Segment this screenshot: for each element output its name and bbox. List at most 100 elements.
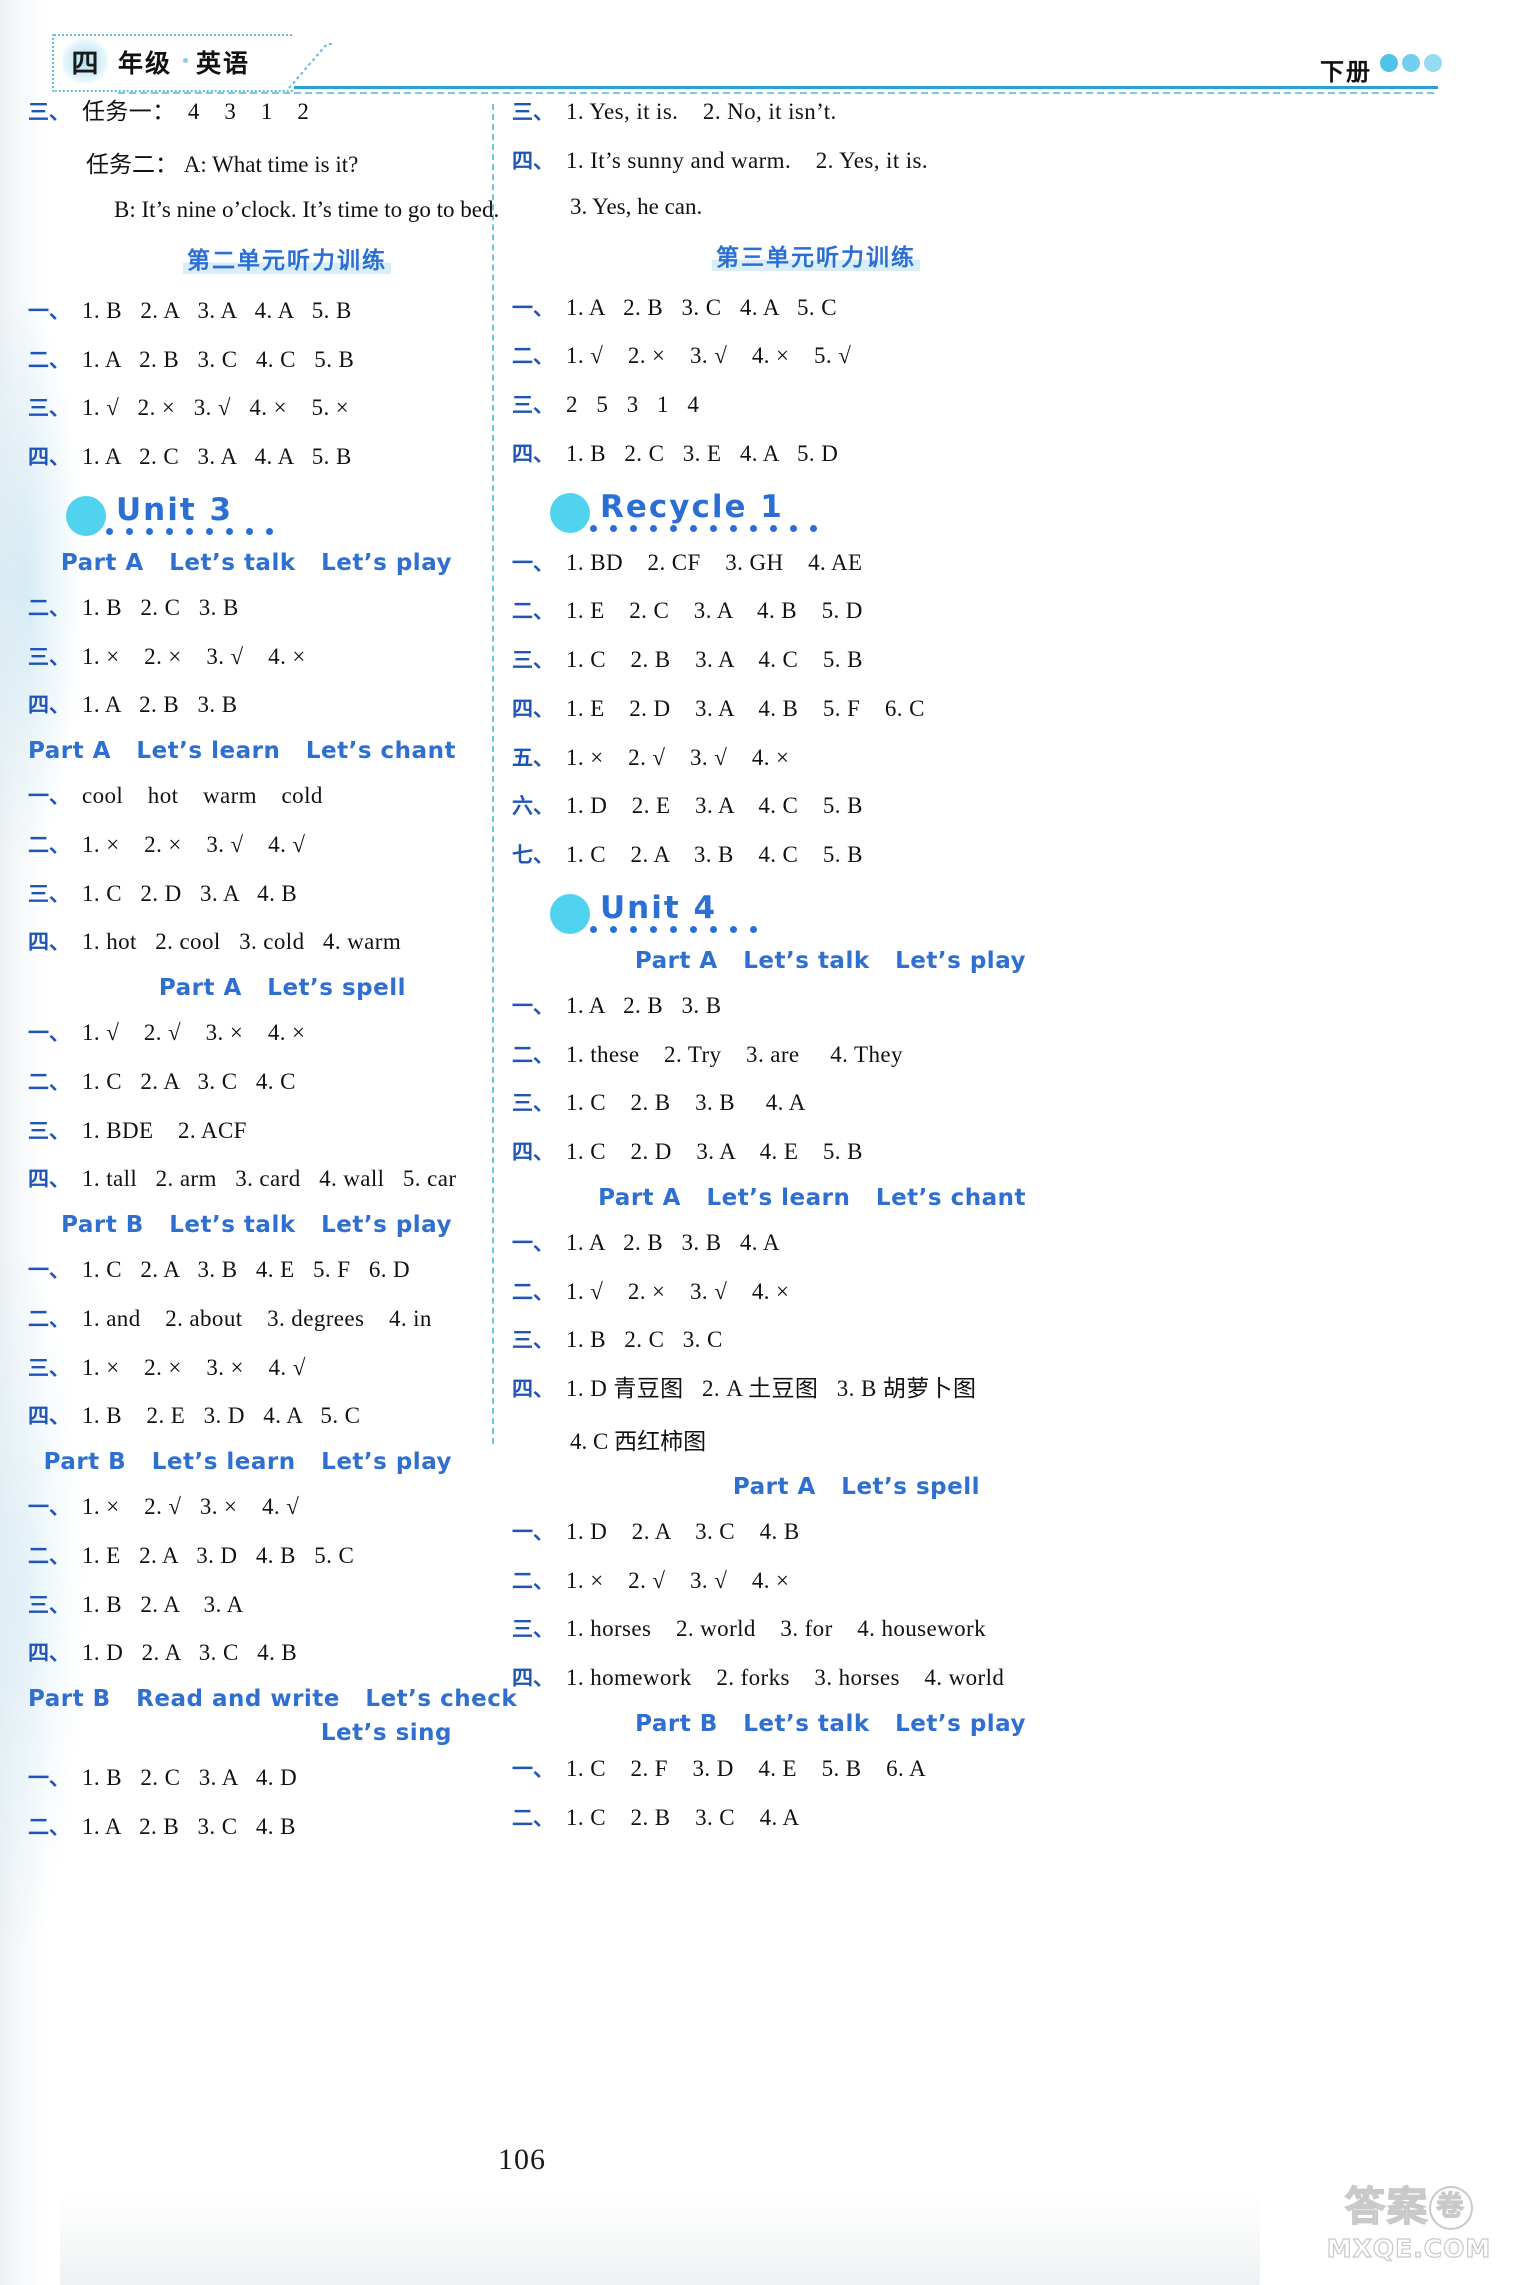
answer-row-number: 一、 xyxy=(28,1021,70,1045)
answer-row-number: 二、 xyxy=(28,1069,70,1094)
watermark-cn-text: 答案 xyxy=(1344,2184,1429,2230)
answer-row-text: 1. tall 2. arm 3. card 4. wall 5. car xyxy=(82,1166,457,1192)
answer-row-text: 2 5 3 1 4 xyxy=(566,392,700,417)
answer-row-text: 1. Yes, it is. 2. No, it isn’t. xyxy=(566,99,837,124)
unit-dot xyxy=(730,524,737,532)
answer-row-number: 一、 xyxy=(28,298,70,323)
answer-row-text: 1. homework 2. forks 3. horses 4. world xyxy=(566,1665,1005,1690)
answer-row: 三、 1. × 2. × 3. √ 4. × xyxy=(28,641,498,672)
unit-listening-heading: 第三单元听力训练 xyxy=(512,238,1072,272)
watermark-cn: 答案卷 xyxy=(1314,2184,1504,2230)
answer-row-number: 三、 xyxy=(28,1592,70,1617)
answer-row-number: 二、 xyxy=(28,1543,70,1568)
answer-row: 一、 1. D 2. A 3. C 4. B xyxy=(512,1516,1072,1547)
answer-row-text: cool hot warm cold xyxy=(82,783,323,808)
answer-row: 二、 1. C 2. B 3. C 4. A xyxy=(512,1802,1072,1833)
part-section-heading: Part B Let’s learn Let’s play xyxy=(43,1449,452,1475)
answer-row: 三、 1. Yes, it is. 2. No, it isn’t. xyxy=(512,96,1072,127)
answer-row: 六、 1. D 2. E 3. A 4. C 5. B xyxy=(512,790,1072,821)
answer-row-text: 1. D 2. E 3. A 4. C 5. B xyxy=(566,793,863,819)
part-section-heading: Part B Let’s talk Let’s play xyxy=(61,1212,452,1238)
answer-row-number: 二、 xyxy=(28,347,70,372)
unit-dotted-underline xyxy=(590,925,757,933)
answer-row-number: 四、 xyxy=(28,1167,70,1192)
answer-row-text: 1. √ 2. √ 3. × 4. × xyxy=(82,1020,306,1045)
answer-row: 二、 1. A 2. B 3. C 4. C 5. B xyxy=(28,344,498,375)
answer-row-number: 三、 xyxy=(28,100,70,124)
answer-row: 一、 1. B 2. C 3. A 4. D xyxy=(28,1762,498,1793)
unit-dot xyxy=(710,925,717,933)
answer-row-number: 一、 xyxy=(28,1766,70,1790)
unit-dot xyxy=(770,524,777,532)
answer-row: 三、 2 5 3 1 4 xyxy=(512,389,1072,420)
answer-row: 三、 1. √ 2. × 3. √ 4. × 5. × xyxy=(28,392,498,423)
answer-row-text: 1. B 2. C 3. C xyxy=(566,1327,723,1353)
answer-row-text: 1. It’s sunny and warm. 2. Yes, it is. xyxy=(566,147,929,173)
part-section-heading: Part A Let’s talk Let’s play xyxy=(634,947,1026,974)
answer-row-number: 二、 xyxy=(28,1306,70,1331)
answer-row-number: 四、 xyxy=(512,441,554,466)
answer-row: 四、 1. C 2. D 3. A 4. E 5. B xyxy=(512,1136,1072,1167)
answer-row: 三、 1. BDE 2. ACF xyxy=(28,1115,498,1146)
unit-dot xyxy=(266,527,273,535)
answer-row-number: 二、 xyxy=(512,1042,554,1067)
unit-title: Recycle 1 xyxy=(600,488,784,525)
answer-row-number: 六、 xyxy=(512,794,554,819)
answer-row: 一、 1. A 2. B 3. C 4. A 5. C xyxy=(512,292,1072,323)
answer-row-text: 1. C 2. B 3. C 4. A xyxy=(566,1804,800,1830)
answer-row-text: 1. A 2. B 3. C 4. A 5. C xyxy=(566,294,837,320)
answer-row: 四、 1. tall 2. arm 3. card 4. wall 5. car xyxy=(28,1163,498,1194)
answer-row-text: 1. A 2. B 3. B xyxy=(82,692,238,718)
answer-row-number: 四、 xyxy=(512,1666,554,1690)
answer-row: 一、 1. C 2. A 3. B 4. E 5. F 6. D xyxy=(28,1254,498,1285)
answer-row: 二、 1. and 2. about 3. degrees 4. in xyxy=(28,1303,498,1334)
watermark-cn-circle: 卷 xyxy=(1429,2186,1473,2230)
unit-title: Unit 4 xyxy=(600,889,718,926)
answer-row-number: 二、 xyxy=(512,1805,554,1830)
answer-row-text: 1. horses 2. world 3. for 4. housework xyxy=(566,1616,986,1642)
unit-banner: Unit 3 xyxy=(28,492,498,542)
right-column: 三、 1. Yes, it is. 2. No, it isn’t. 四、 1. It… xyxy=(512,96,1072,1850)
answer-row-number: 三、 xyxy=(28,1118,70,1143)
answer-row-text: 1. × 2. √ 3. √ 4. × xyxy=(566,1567,790,1593)
answer-row: 四、 1. B 2. E 3. D 4. A 5. C xyxy=(28,1400,498,1431)
answer-row-number: 四、 xyxy=(28,445,70,469)
answer-row: 四、 1. D 2. A 3. C 4. B xyxy=(28,1637,498,1668)
unit-listening-heading-text: 第三单元听力训练 xyxy=(712,244,920,271)
unit-dot xyxy=(650,925,657,933)
answer-row-number: 五、 xyxy=(512,745,554,770)
answer-row: 二、 1. E 2. C 3. A 4. B 5. D xyxy=(512,595,1072,626)
part-section-heading: Part A Let’s spell xyxy=(158,975,406,1001)
answer-row: 四、 1. hot 2. cool 3. cold 4. warm xyxy=(28,926,498,957)
answer-row: 一、 1. √ 2. √ 3. × 4. × xyxy=(28,1017,498,1048)
unit-dot xyxy=(610,925,617,933)
answer-row: 一、 1. BD 2. CF 3. GH 4. AE xyxy=(512,547,1072,578)
answer-row-number: 二、 xyxy=(512,1279,554,1304)
unit-dot xyxy=(750,524,757,532)
unit-dot xyxy=(146,527,153,535)
answer-row-number: 一、 xyxy=(28,784,70,808)
answer-row: 四、 1. D 青豆图 2. A 土豆图 3. B 胡萝卜图 xyxy=(512,1373,1072,1404)
answer-row: 二、 1. × 2. √ 3. √ 4. × xyxy=(512,1565,1072,1596)
unit-listening-heading: 第二单元听力训练 xyxy=(28,241,498,275)
answer-row-text: 1. D 青豆图 2. A 土豆图 3. B 胡萝卜图 xyxy=(566,1376,977,1401)
unit-dot xyxy=(246,527,253,535)
answer-row-number: 四、 xyxy=(28,1404,70,1429)
unit-dot xyxy=(690,524,697,532)
answer-key-page: 四 年级 英语 下册 三、 任务一： 4 3 1 2 任务二： A: What ti… xyxy=(0,0,1528,2285)
answer-row-number: 三、 xyxy=(28,1355,70,1380)
part-section-heading: Part B Let’s talk Let’s play xyxy=(635,1710,1026,1737)
answer-row: 一、 1. A 2. B 3. B xyxy=(512,990,1072,1021)
answer-row: 三、 1. horses 2. world 3. for 4. housework xyxy=(512,1613,1072,1644)
unit-circle-icon xyxy=(550,492,590,533)
unit-dot xyxy=(126,527,133,535)
answer-row-text: 1. × 2. × 3. √ 4. √ xyxy=(82,831,306,857)
answer-continuation-line: 任务二： A: What time is it? xyxy=(86,151,359,177)
answer-row-text: 1. √ 2. × 3. √ 4. × xyxy=(566,1278,790,1304)
grade-badge: 四 xyxy=(62,39,108,83)
answer-row: 七、 1. C 2. A 3. B 4. C 5. B xyxy=(512,839,1072,870)
answer-row: 四、 1. A 2. B 3. B xyxy=(28,689,498,720)
answer-continuation-line: 3. Yes, he can. xyxy=(570,193,703,219)
answer-row-text: 1. B 2. C 3. A 4. D xyxy=(82,1765,298,1790)
answer-row-text: 1. hot 2. cool 3. cold 4. warm xyxy=(82,929,402,955)
